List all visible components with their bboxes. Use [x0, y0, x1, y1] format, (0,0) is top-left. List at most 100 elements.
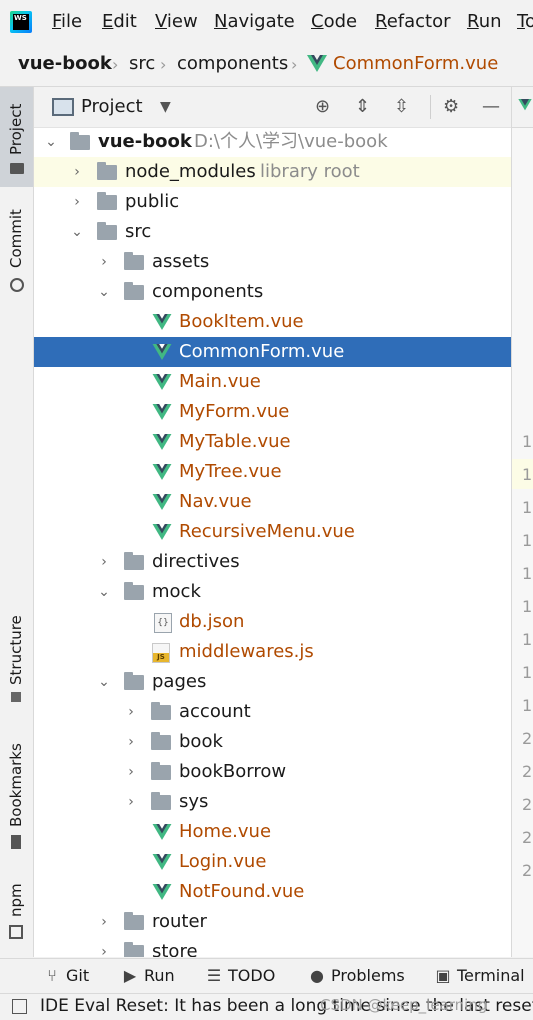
tree-row-file[interactable]: MyTree.vue [34, 457, 511, 487]
line-number: 1 [522, 630, 533, 649]
menu-view[interactable]: View [155, 10, 198, 34]
tab-bookmarks-label: Bookmarks [7, 743, 25, 827]
tree-row-file[interactable]: MyForm.vue [34, 397, 511, 427]
chevron-right-icon[interactable]: › [97, 547, 111, 577]
tab-structure-label: Structure [7, 615, 25, 685]
tree-row-root[interactable]: ⌄ vue-book D:\个人\学习\vue-book [34, 127, 511, 157]
tree-row-file[interactable]: BookItem.vue [34, 307, 511, 337]
tree-row-db-json[interactable]: {} db.json [34, 607, 511, 637]
menu-edit[interactable]: Edit [102, 10, 137, 34]
tree-row-file[interactable]: MyTable.vue [34, 427, 511, 457]
run-button[interactable]: ▶ Run [122, 965, 175, 987]
vue-icon [152, 884, 172, 901]
chevron-down-icon[interactable]: ⌄ [44, 127, 58, 157]
tree-label: MyForm.vue [179, 401, 290, 422]
breadcrumb-file[interactable]: CommonForm.vue [333, 53, 498, 75]
line-number: 2 [522, 762, 533, 781]
tree-hint: library root [260, 161, 360, 182]
git-button[interactable]: ⑂ Git [44, 965, 89, 987]
terminal-button[interactable]: ▣ Terminal [435, 965, 524, 987]
tab-structure[interactable]: Structure [0, 607, 33, 707]
tree-row-file[interactable]: CommonForm.vue [34, 337, 511, 367]
tree-row-components[interactable]: ⌄ components [34, 277, 511, 307]
structure-icon [11, 692, 21, 702]
menu-code[interactable]: Code [311, 10, 357, 34]
tree-label: pages [152, 671, 207, 692]
vue-icon [152, 464, 172, 481]
tree-label: mock [152, 581, 201, 602]
chevron-right-icon[interactable]: › [124, 697, 138, 727]
line-number: 2 [522, 729, 533, 748]
todo-button[interactable]: ☰ TODO [206, 965, 275, 987]
breadcrumb: vue-book › src › components › CommonForm… [0, 44, 533, 87]
tree-row-public[interactable]: › public [34, 187, 511, 217]
tree-row-book[interactable]: › book [34, 727, 511, 757]
tree-row-mock[interactable]: ⌄ mock [34, 577, 511, 607]
tab-commit-label: Commit [7, 209, 25, 268]
problems-button[interactable]: ● Problems [309, 965, 405, 987]
tab-npm-label: npm [7, 883, 25, 917]
tree-label: vue-book [98, 131, 192, 152]
expand-all-icon[interactable]: ⇕ [355, 96, 370, 117]
chevron-right-icon[interactable]: › [97, 937, 111, 957]
chevron-right-icon[interactable]: › [124, 757, 138, 787]
tab-commit[interactable]: Commit [0, 202, 33, 302]
run-label: Run [144, 966, 175, 985]
chevron-right-icon[interactable]: › [70, 187, 84, 217]
info-icon: ● [310, 966, 324, 985]
minimize-icon[interactable]: — [482, 96, 500, 117]
menu-navigate[interactable]: Navigate [214, 10, 295, 34]
breadcrumb-src[interactable]: src [129, 53, 155, 75]
chevron-right-icon: › [112, 55, 119, 74]
collapse-all-icon[interactable]: ⇳ [394, 96, 409, 117]
tree-row-file[interactable]: NotFound.vue [34, 877, 511, 907]
tree-row-bookborrow[interactable]: › bookBorrow [34, 757, 511, 787]
vue-icon [152, 524, 172, 541]
tree-row-pages[interactable]: ⌄ pages [34, 667, 511, 697]
tree-row-node-modules[interactable]: › node_modules library root [34, 157, 511, 187]
chevron-down-icon[interactable]: ⌄ [97, 577, 111, 607]
tree-row-store[interactable]: › store [34, 937, 511, 957]
chevron-right-icon[interactable]: › [124, 727, 138, 757]
tree-label: CommonForm.vue [179, 341, 345, 362]
tree-row-assets[interactable]: › assets [34, 247, 511, 277]
folder-icon [97, 222, 117, 240]
chevron-right-icon[interactable]: › [97, 247, 111, 277]
chevron-down-icon[interactable]: ▼ [160, 99, 171, 115]
tree-label: RecursiveMenu.vue [179, 521, 355, 542]
tree-row-src[interactable]: ⌄ src [34, 217, 511, 247]
tree-row-file[interactable]: Nav.vue [34, 487, 511, 517]
breadcrumb-components[interactable]: components [177, 53, 288, 75]
chevron-down-icon[interactable]: ⌄ [97, 667, 111, 697]
status-window-icon[interactable] [12, 999, 27, 1014]
menu-file[interactable]: File [52, 10, 82, 34]
menu-refactor[interactable]: Refactor [375, 10, 451, 34]
tree-row-middlewares-js[interactable]: JS middlewares.js [34, 637, 511, 667]
chevron-down-icon[interactable]: ⌄ [97, 277, 111, 307]
line-number: 1 [522, 432, 533, 451]
tree-row-sys[interactable]: › sys [34, 787, 511, 817]
tab-project[interactable]: Project [0, 87, 33, 187]
gear-icon[interactable]: ⚙ [443, 96, 459, 117]
tab-bookmarks[interactable]: Bookmarks [0, 732, 33, 857]
tree-row-file[interactable]: RecursiveMenu.vue [34, 517, 511, 547]
chevron-right-icon[interactable]: › [97, 907, 111, 937]
tree-row-account[interactable]: › account [34, 697, 511, 727]
locate-target-icon[interactable]: ⊕ [315, 96, 330, 117]
breadcrumb-project[interactable]: vue-book [18, 53, 112, 75]
project-view-selector[interactable]: Project [81, 96, 143, 117]
tree-row-file[interactable]: Login.vue [34, 847, 511, 877]
tree-row-directives[interactable]: › directives [34, 547, 511, 577]
tab-npm[interactable]: npm [0, 877, 33, 947]
tree-row-file[interactable]: Home.vue [34, 817, 511, 847]
folder-icon [151, 732, 171, 750]
bookmark-icon [11, 835, 21, 849]
chevron-right-icon[interactable]: › [70, 157, 84, 187]
tree-row-file[interactable]: Main.vue [34, 367, 511, 397]
menu-tools[interactable]: To [517, 10, 533, 34]
chevron-right-icon[interactable]: › [124, 787, 138, 817]
tree-row-router[interactable]: › router [34, 907, 511, 937]
menu-run[interactable]: Run [467, 10, 502, 34]
chevron-down-icon[interactable]: ⌄ [70, 217, 84, 247]
tree-label: account [179, 701, 251, 722]
